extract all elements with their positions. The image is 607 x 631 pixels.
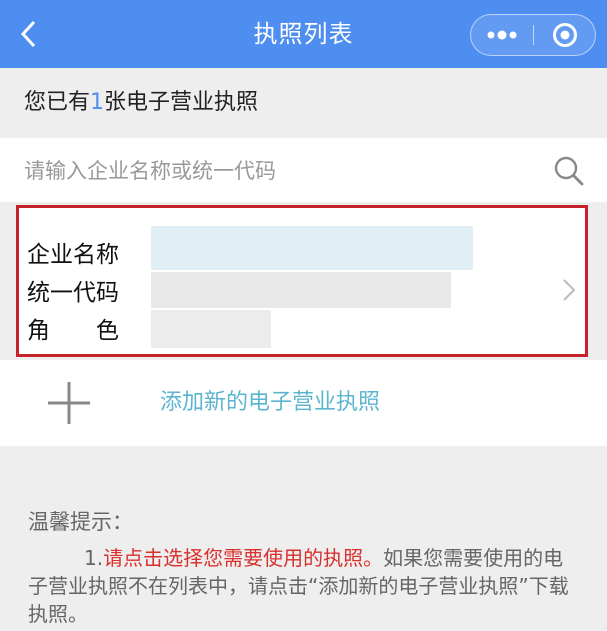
- company-name-value-redacted: [151, 226, 473, 270]
- mini-program-capsule: [470, 14, 596, 56]
- unified-code-label: 统一代码: [27, 280, 119, 306]
- role-label: 角 色: [27, 318, 119, 344]
- tips-highlight: 请点击选择您需要使用的执照。: [103, 546, 384, 570]
- unified-code-value-redacted: [151, 272, 451, 308]
- tips-text: 1.请点击选择您需要使用的执照。如果您需要使用的电子营业执照不在列表中，请点击“…: [28, 544, 583, 628]
- add-license-row[interactable]: 添加新的电子营业执照: [0, 360, 607, 446]
- license-count-bar: 您已有1张电子营业执照: [0, 68, 607, 138]
- license-count-text: 您已有1张电子营业执照: [24, 90, 259, 115]
- more-button[interactable]: [471, 15, 533, 55]
- company-name-label: 企业名称: [27, 242, 119, 268]
- title-bar: 执照列表: [0, 0, 607, 68]
- close-button[interactable]: [534, 15, 596, 55]
- role-value-redacted: [151, 310, 271, 348]
- plus-icon: [48, 382, 90, 424]
- license-count-number: 1: [90, 90, 105, 115]
- tips-number: 1.: [84, 546, 104, 570]
- more-dots-icon: [487, 30, 517, 40]
- license-card-labels: 企业名称 统一代码 角 色: [27, 236, 119, 350]
- license-card[interactable]: 企业名称 统一代码 角 色: [16, 205, 588, 357]
- tips-title: 温馨提示：: [28, 510, 133, 534]
- search-bar: [0, 138, 607, 202]
- add-license-label: 添加新的电子营业执照: [160, 390, 381, 415]
- search-input[interactable]: [22, 148, 526, 194]
- search-icon[interactable]: [552, 154, 586, 188]
- target-circle-icon: [553, 23, 577, 47]
- chevron-right-icon: [563, 279, 576, 301]
